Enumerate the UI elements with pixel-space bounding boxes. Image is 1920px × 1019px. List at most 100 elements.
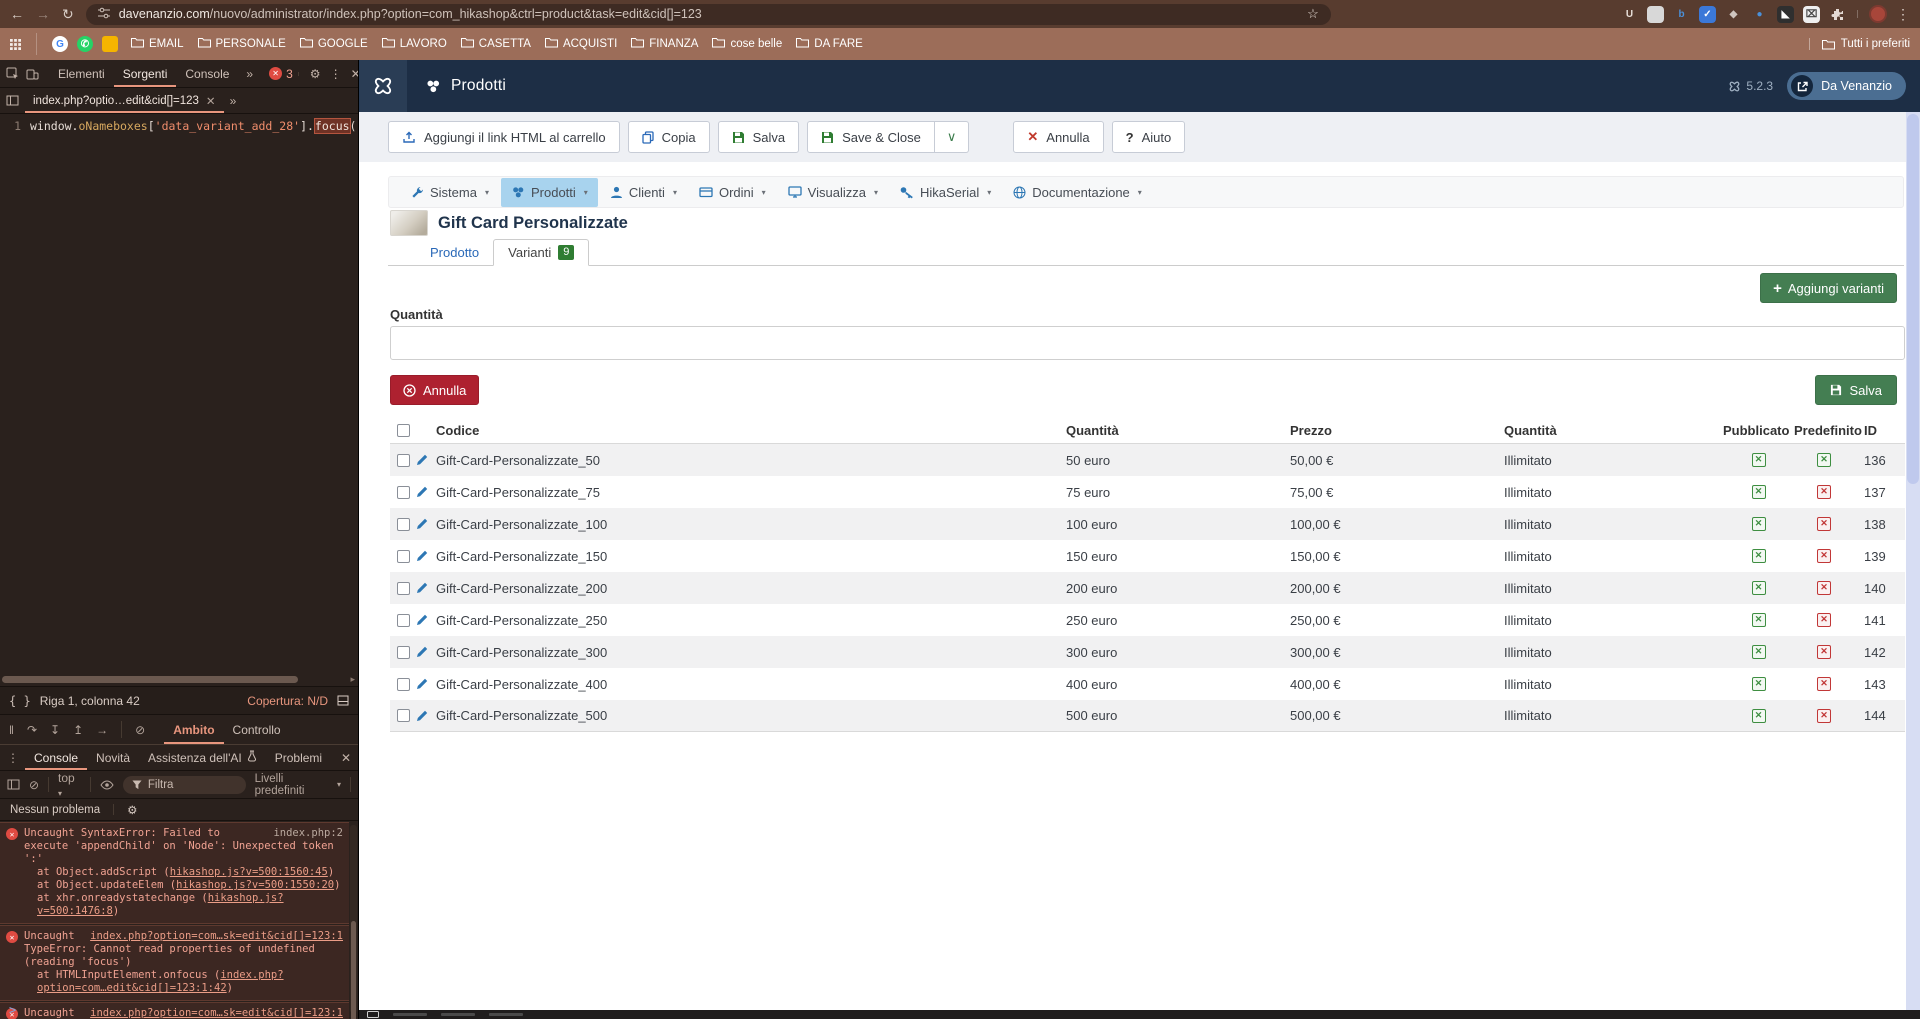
row-checkbox[interactable]	[397, 677, 410, 691]
published-toggle[interactable]: ✕	[1751, 708, 1766, 723]
aiuto-button[interactable]: ? Aiuto	[1111, 121, 1186, 153]
stack-source-link[interactable]: hikashop.js?v=500:1476:8	[37, 892, 284, 917]
eye-icon[interactable]	[100, 779, 114, 790]
bookmark-folder[interactable]: FINANZA	[631, 37, 698, 51]
extension-code-icon[interactable]	[1647, 5, 1664, 23]
close-file-icon[interactable]: ✕	[206, 94, 216, 108]
context-selector[interactable]: top ▾	[58, 771, 81, 799]
salva-button[interactable]: Salva	[717, 121, 800, 153]
tab-prodotto[interactable]: Prodotto	[416, 239, 493, 265]
default-toggle[interactable]: ✕	[1817, 517, 1831, 531]
drawer-close-icon[interactable]: ✕	[341, 751, 351, 765]
chrome-menu-icon[interactable]: ⋮	[1896, 7, 1910, 21]
edit-variant-icon[interactable]	[416, 454, 436, 466]
select-all-checkbox[interactable]	[397, 424, 410, 437]
step-into-icon[interactable]: ↧	[50, 723, 60, 737]
navigator-panel-icon[interactable]	[6, 95, 19, 106]
device-toolbar-icon[interactable]	[26, 68, 39, 80]
published-toggle[interactable]: ✕	[1751, 485, 1766, 499]
error-count-badge[interactable]: ✕ 3	[269, 67, 293, 81]
all-bookmarks[interactable]: Tutti i preferiti	[1808, 38, 1910, 50]
edit-variant-icon[interactable]	[416, 550, 436, 562]
dock-icon[interactable]	[337, 695, 349, 706]
default-toggle[interactable]: ✕	[1817, 613, 1831, 627]
bookmark-folder[interactable]: PERSONALE	[197, 37, 286, 51]
save-close-button[interactable]: Save & Close	[807, 121, 935, 153]
published-toggle[interactable]: ✕	[1751, 549, 1766, 563]
menu-item-prodotti[interactable]: Prodotti ▾	[500, 177, 598, 207]
quantity-input[interactable]	[390, 326, 1905, 360]
edit-variant-icon[interactable]	[416, 678, 436, 690]
menu-item-hikaserial[interactable]: HikaSerial ▾	[890, 178, 1001, 207]
bookmark-folder[interactable]: ACQUISTI	[544, 37, 617, 51]
log-levels-selector[interactable]: Livelli predefiniti ▾	[255, 773, 341, 797]
edit-variant-icon[interactable]	[416, 582, 436, 594]
row-checkbox[interactable]	[397, 645, 410, 659]
published-toggle[interactable]: ✕	[1751, 453, 1766, 467]
bookmark-folder[interactable]: LAVORO	[381, 37, 447, 51]
drawer-tab[interactable]: Novità	[87, 745, 139, 770]
cancel-button[interactable]: Annulla	[390, 375, 480, 405]
step-icon[interactable]: →	[96, 723, 108, 737]
bookmark-folder[interactable]: cose belle	[712, 37, 782, 51]
bookmark-folder[interactable]: CASETTA	[460, 37, 531, 51]
extension-clip-icon[interactable]: ⌧	[1803, 5, 1820, 23]
default-toggle[interactable]: ✕	[1817, 453, 1831, 467]
console-prompt[interactable]: >	[9, 1003, 16, 1017]
menu-item-visualizza[interactable]: Visualizza ▾	[778, 178, 888, 207]
menu-item-sistema[interactable]: Sistema ▾	[401, 178, 499, 207]
save-button[interactable]: Salva	[1815, 375, 1897, 405]
default-toggle[interactable]: ✕	[1817, 708, 1831, 723]
more-files-icon[interactable]: »	[230, 94, 237, 108]
bookmark-whatsapp-icon[interactable]: ✆	[77, 36, 93, 52]
bookmark-folder[interactable]: GOOGLE	[299, 37, 368, 51]
bookmark-google-icon[interactable]: G	[52, 36, 68, 52]
user-menu-button[interactable]: Da Venanzio	[1787, 72, 1906, 100]
default-toggle[interactable]: ✕	[1817, 549, 1831, 563]
back-icon[interactable]: ←	[10, 7, 24, 21]
inspect-icon[interactable]	[6, 67, 19, 80]
source-file-tab[interactable]: index.php?optio…edit&cid[]=123 ✕	[25, 88, 224, 113]
puzzle-icon[interactable]	[1829, 6, 1846, 23]
bookmark-folder[interactable]: DA FARE	[796, 37, 863, 51]
published-toggle[interactable]: ✕	[1751, 677, 1766, 691]
row-checkbox[interactable]	[397, 485, 410, 499]
edit-variant-icon[interactable]	[416, 710, 436, 722]
pretty-print-icon[interactable]: { }	[9, 694, 31, 708]
row-checkbox[interactable]	[397, 613, 410, 627]
devtools-tab-sorgenti[interactable]: Sorgenti	[114, 60, 177, 87]
row-checkbox[interactable]	[397, 549, 410, 563]
stack-source-link[interactable]: index.php?option=com…edit&cid[]=123:1:42	[37, 969, 284, 994]
stack-source-link[interactable]: hikashop.js?v=500:1550:20	[176, 879, 334, 891]
step-out-icon[interactable]: ↥	[73, 723, 83, 737]
published-toggle[interactable]: ✕	[1751, 517, 1766, 531]
step-over-icon[interactable]: ↷	[27, 723, 37, 737]
row-checkbox[interactable]	[397, 709, 410, 722]
devtools-tab-elementi[interactable]: Elementi	[49, 60, 114, 87]
reload-icon[interactable]: ↻	[62, 7, 74, 21]
devtools-close-icon[interactable]: ✕	[351, 67, 358, 81]
menu-item-clienti[interactable]: Clienti ▾	[600, 178, 687, 207]
console-sidebar-icon[interactable]	[7, 779, 20, 790]
copia-button[interactable]: Copia	[627, 121, 710, 153]
tab-varianti[interactable]: Varianti 9	[493, 239, 590, 266]
keyboard-icon[interactable]	[367, 1011, 379, 1018]
apps-grid-icon[interactable]	[10, 38, 21, 50]
extension-u-icon[interactable]: U	[1621, 6, 1638, 23]
console-filter-input[interactable]: Filtra	[122, 775, 246, 794]
error-source-link[interactable]: index.php?option=com…sk=edit&cid[]=123:1	[90, 930, 343, 943]
extension-check-icon[interactable]: ✓	[1699, 5, 1716, 23]
published-toggle[interactable]: ✕	[1751, 645, 1766, 659]
add-variants-button[interactable]: + Aggiungi varianti	[1760, 273, 1897, 303]
menu-item-documentazione[interactable]: Documentazione ▾	[1003, 178, 1152, 207]
bookmark-folder[interactable]: EMAIL	[131, 37, 184, 51]
drawer-tab[interactable]: Problemi	[266, 745, 331, 770]
stack-source-link[interactable]: hikashop.js?v=500:1560:45	[170, 866, 328, 878]
page-scrollbar[interactable]	[1906, 112, 1920, 1010]
save-options-dropdown[interactable]: ∨	[934, 121, 970, 153]
extension-note-icon[interactable]: ◆	[1725, 6, 1742, 23]
deactivate-breakpoints-icon[interactable]: ⊘	[135, 723, 145, 737]
bookmark-star-icon[interactable]: ☆	[1307, 6, 1319, 22]
published-toggle[interactable]: ✕	[1751, 581, 1766, 595]
drawer-kebab-icon[interactable]: ⋮	[7, 751, 19, 765]
